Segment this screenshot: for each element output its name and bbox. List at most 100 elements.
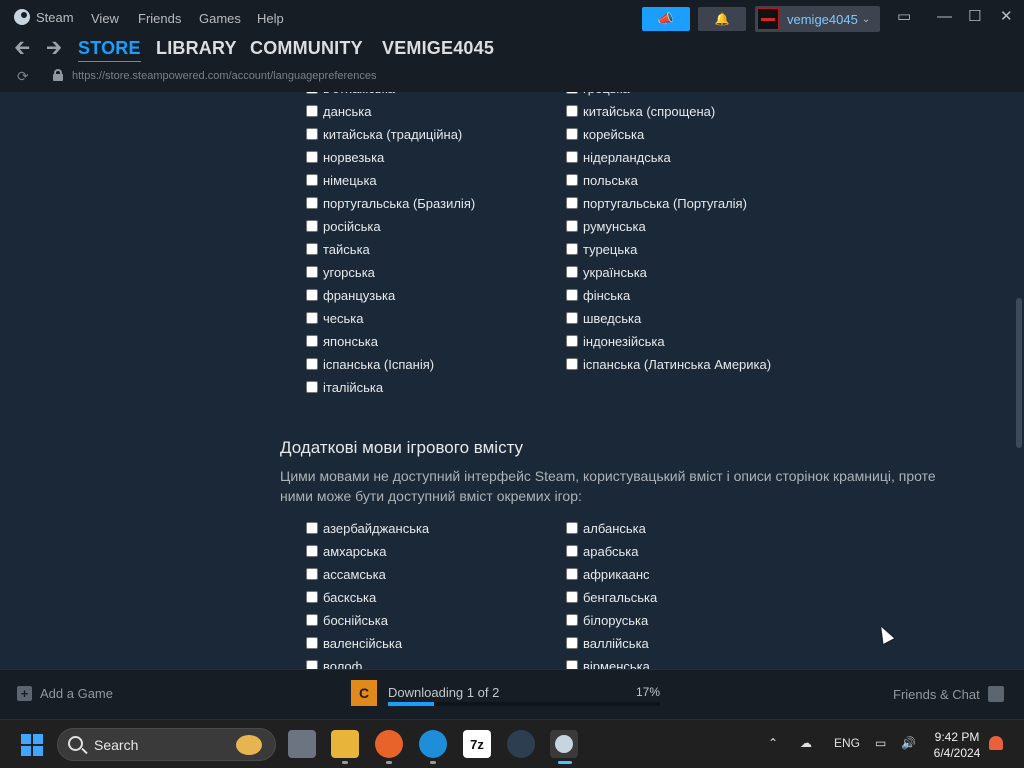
language-checkbox[interactable] [566, 312, 578, 324]
language-option[interactable]: шведська [566, 308, 641, 328]
language-checkbox[interactable] [306, 545, 318, 557]
language-option[interactable]: азербайджанська [306, 518, 429, 538]
language-checkbox[interactable] [306, 197, 318, 209]
notification-bell-icon[interactable] [989, 736, 1003, 750]
language-option[interactable]: українська [566, 262, 647, 282]
forward-arrow-icon[interactable]: 🡲 [46, 36, 62, 60]
language-option[interactable]: італійська [306, 377, 383, 397]
language-checkbox[interactable] [306, 312, 318, 324]
tab-store[interactable]: STORE [78, 38, 141, 63]
language-checkbox[interactable] [306, 614, 318, 626]
language-option[interactable]: португальська (Португалія) [566, 193, 747, 213]
language-checkbox[interactable] [306, 128, 318, 140]
language-option[interactable]: вірменська [566, 656, 650, 669]
language-checkbox[interactable] [306, 568, 318, 580]
language-checkbox[interactable] [566, 522, 578, 534]
language-option[interactable]: білоруська [566, 610, 648, 630]
network-icon[interactable]: ▭ [875, 736, 886, 750]
language-option[interactable]: ассамська [306, 564, 386, 584]
language-checkbox[interactable] [566, 660, 578, 669]
menu-games[interactable]: Games [199, 11, 241, 26]
content-scrollbar[interactable] [1016, 298, 1022, 448]
language-checkbox[interactable] [566, 243, 578, 255]
language-checkbox[interactable] [566, 197, 578, 209]
language-checkbox[interactable] [566, 266, 578, 278]
language-option[interactable]: французька [306, 285, 395, 305]
back-arrow-icon[interactable]: 🡰 [14, 36, 30, 60]
firefox-icon[interactable] [375, 730, 403, 758]
tab-community[interactable]: COMMUNITY [250, 38, 363, 59]
language-checkbox[interactable] [306, 381, 318, 393]
menu-friends[interactable]: Friends [138, 11, 181, 26]
language-option[interactable]: російська [306, 216, 381, 236]
menu-view[interactable]: View [91, 11, 119, 26]
language-option[interactable]: польська [566, 170, 638, 190]
announcements-button[interactable]: 📣 [642, 7, 690, 31]
taskbar-search[interactable]: Search [57, 728, 276, 761]
friends-chat-button[interactable]: Friends & Chat [893, 686, 1004, 702]
language-checkbox[interactable] [306, 637, 318, 649]
language-option[interactable]: румунська [566, 216, 646, 236]
language-option[interactable]: данська [306, 101, 371, 121]
download-status[interactable]: Downloading 1 of 2 [388, 685, 499, 700]
language-option[interactable]: тайська [306, 239, 370, 259]
language-option[interactable]: турецька [566, 239, 637, 259]
menu-help[interactable]: Help [257, 11, 284, 26]
language-checkbox[interactable] [306, 591, 318, 603]
language-option[interactable]: грецька [566, 92, 630, 98]
language-checkbox[interactable] [566, 128, 578, 140]
language-checkbox[interactable] [306, 92, 318, 94]
language-option[interactable]: фінська [566, 285, 630, 305]
app-icon[interactable] [507, 730, 535, 758]
language-checkbox[interactable] [566, 545, 578, 557]
language-option[interactable]: норвезька [306, 147, 384, 167]
language-option[interactable]: іспанська (Іспанія) [306, 354, 434, 374]
language-option[interactable]: африкаанс [566, 564, 650, 584]
language-option[interactable]: нідерландська [566, 147, 671, 167]
language-checkbox[interactable] [566, 358, 578, 370]
language-checkbox[interactable] [306, 522, 318, 534]
language-option[interactable]: корейська [566, 124, 644, 144]
language-option[interactable]: бенгальська [566, 587, 657, 607]
minimize-icon[interactable]: — [937, 9, 952, 25]
language-option[interactable]: арабська [566, 541, 638, 561]
game-download-icon[interactable]: C [351, 680, 377, 706]
language-option[interactable]: амхарська [306, 541, 386, 561]
tab-profile[interactable]: VEMIGE4045 [382, 38, 494, 59]
account-menu[interactable]: vemige4045 ⌄ [755, 6, 880, 32]
input-language[interactable]: ENG [834, 736, 860, 750]
language-checkbox[interactable] [306, 243, 318, 255]
language-checkbox[interactable] [566, 591, 578, 603]
add-game-button[interactable]: + Add a Game [17, 686, 113, 701]
close-icon[interactable]: ✕ [1000, 9, 1013, 25]
language-option[interactable]: чеська [306, 308, 363, 328]
language-checkbox[interactable] [566, 637, 578, 649]
language-checkbox[interactable] [566, 289, 578, 301]
tab-library[interactable]: LIBRARY [156, 38, 237, 59]
language-checkbox[interactable] [566, 614, 578, 626]
language-option[interactable]: албанська [566, 518, 646, 538]
language-option[interactable]: волоф [306, 656, 362, 669]
language-checkbox[interactable] [566, 151, 578, 163]
language-option[interactable]: валенсійська [306, 633, 402, 653]
edge-icon[interactable] [419, 730, 447, 758]
onedrive-icon[interactable]: ☁ [800, 736, 812, 750]
language-checkbox[interactable] [306, 660, 318, 669]
language-checkbox[interactable] [306, 105, 318, 117]
system-clock[interactable]: 9:42 PM 6/4/2024 [928, 729, 986, 761]
task-view-icon[interactable] [288, 730, 316, 758]
language-option[interactable]: угорська [306, 262, 375, 282]
language-checkbox[interactable] [306, 335, 318, 347]
tray-overflow-chevron-icon[interactable]: ⌃ [768, 736, 778, 750]
language-checkbox[interactable] [566, 568, 578, 580]
language-checkbox[interactable] [306, 220, 318, 232]
steam-taskbar-icon[interactable] [550, 730, 578, 758]
language-option[interactable]: китайська (традиційна) [306, 124, 462, 144]
language-checkbox[interactable] [306, 289, 318, 301]
volume-icon[interactable]: 🔊 [901, 736, 916, 750]
language-option[interactable]: німецька [306, 170, 377, 190]
language-option[interactable]: японська [306, 331, 378, 351]
language-checkbox[interactable] [566, 335, 578, 347]
language-checkbox[interactable] [306, 358, 318, 370]
big-picture-icon[interactable]: ▭ [897, 9, 911, 25]
